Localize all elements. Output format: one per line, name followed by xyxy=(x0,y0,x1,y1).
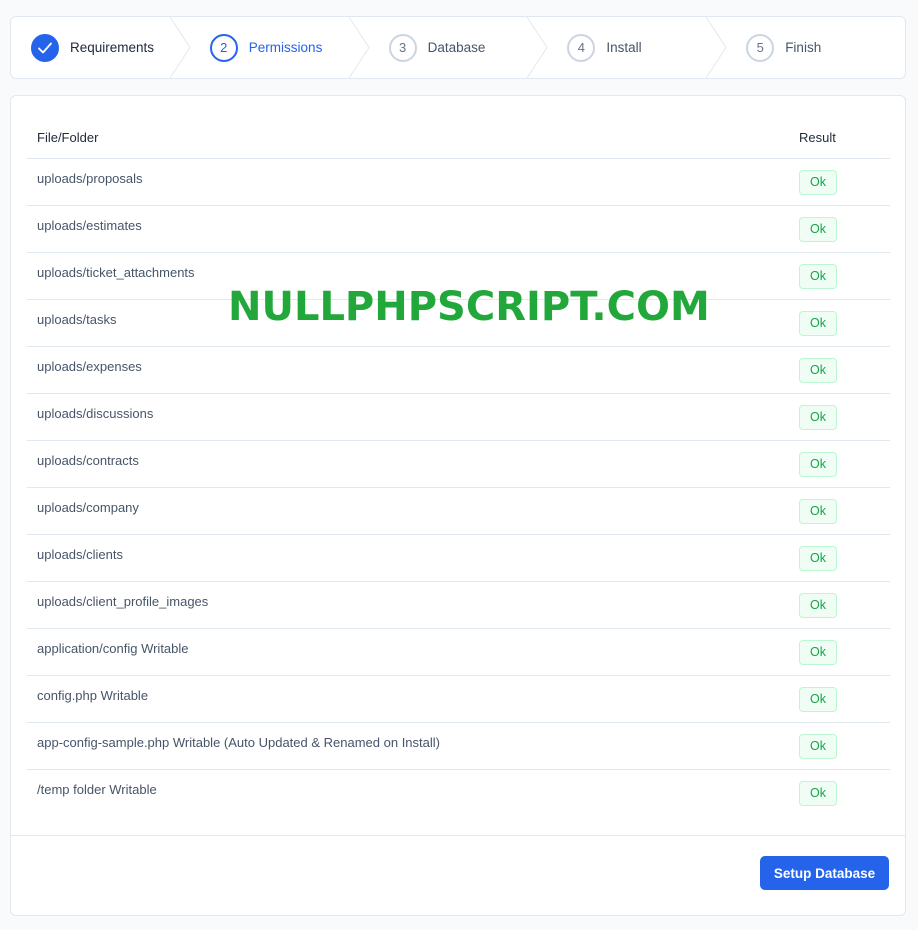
step-number: 4 xyxy=(567,33,596,62)
step-install[interactable]: 4 Install xyxy=(547,17,727,78)
table-row: uploads/discussions Ok xyxy=(27,394,890,441)
table-row: uploads/client_profile_images Ok xyxy=(27,582,890,629)
table-row: app-config-sample.php Writable (Auto Upd… xyxy=(27,723,890,770)
table-row: uploads/expenses Ok xyxy=(27,347,890,394)
result-cell: Ok xyxy=(799,723,890,769)
file-path: uploads/client_profile_images xyxy=(37,594,209,609)
file-path: uploads/tasks xyxy=(37,312,117,327)
step-label: Finish xyxy=(785,40,822,55)
table-row: application/config Writable Ok xyxy=(27,629,890,676)
table-header: File/Folder Result xyxy=(27,116,890,159)
result-cell: Ok xyxy=(799,253,890,299)
table-row: uploads/estimates Ok xyxy=(27,206,890,253)
step-number: 5 xyxy=(746,33,775,62)
result-cell: Ok xyxy=(799,159,890,205)
table-row: uploads/clients Ok xyxy=(27,535,890,582)
result-cell: Ok xyxy=(799,488,890,534)
status-badge: Ok xyxy=(799,405,837,430)
permissions-card: File/Folder Result uploads/proposals Ok up… xyxy=(10,95,906,916)
table-row: uploads/company Ok xyxy=(27,488,890,535)
status-badge: Ok xyxy=(799,640,837,665)
status-badge: Ok xyxy=(799,452,837,477)
status-badge: Ok xyxy=(799,734,837,759)
file-path: uploads/discussions xyxy=(37,406,154,421)
table-body: uploads/proposals Ok uploads/estimates Ok up… xyxy=(27,159,890,817)
table-row: uploads/tasks Ok xyxy=(27,300,890,347)
result-cell: Ok xyxy=(799,582,890,628)
table-row: uploads/contracts Ok xyxy=(27,441,890,488)
status-badge: Ok xyxy=(799,546,837,571)
status-badge: Ok xyxy=(799,170,837,195)
header-file-folder: File/Folder xyxy=(37,129,99,145)
setup-database-button[interactable]: Setup Database xyxy=(760,856,889,890)
check-icon xyxy=(31,33,59,62)
table-row: uploads/proposals Ok xyxy=(27,159,890,206)
result-cell: Ok xyxy=(799,206,890,252)
file-path: uploads/ticket_attachments xyxy=(37,265,195,280)
step-requirements[interactable]: Requirements xyxy=(11,17,191,78)
result-cell: Ok xyxy=(799,347,890,393)
result-cell: Ok xyxy=(799,535,890,581)
card-footer: Setup Database xyxy=(11,835,905,915)
file-path: app-config-sample.php Writable (Auto Upd… xyxy=(37,735,440,750)
header-result: Result xyxy=(799,129,836,145)
step-number: 2 xyxy=(209,33,238,62)
step-label: Permissions xyxy=(248,40,323,55)
wizard-stepper: Requirements 2 Permissions 3 Database 4 … xyxy=(10,16,906,79)
status-badge: Ok xyxy=(799,217,837,242)
table-row: config.php Writable Ok xyxy=(27,676,890,723)
status-badge: Ok xyxy=(799,687,837,712)
status-badge: Ok xyxy=(799,781,837,806)
chevron-divider-icon xyxy=(348,17,370,78)
step-finish[interactable]: 5 Finish xyxy=(726,17,905,78)
step-label: Database xyxy=(427,40,486,55)
file-path: uploads/company xyxy=(37,500,139,515)
result-cell: Ok xyxy=(799,770,890,817)
file-path: uploads/estimates xyxy=(37,218,142,233)
permissions-table: File/Folder Result uploads/proposals Ok up… xyxy=(27,116,890,817)
status-badge: Ok xyxy=(799,264,837,289)
table-row: uploads/ticket_attachments Ok xyxy=(27,253,890,300)
status-badge: Ok xyxy=(799,311,837,336)
step-number: 3 xyxy=(388,33,417,62)
status-badge: Ok xyxy=(799,358,837,383)
chevron-divider-icon xyxy=(527,17,548,78)
step-database[interactable]: 3 Database xyxy=(369,17,548,78)
step-permissions[interactable]: 2 Permissions xyxy=(190,17,370,78)
file-path: config.php Writable xyxy=(37,688,149,703)
file-path: /temp folder Writable xyxy=(37,782,157,797)
file-path: uploads/contracts xyxy=(37,453,139,468)
file-path: uploads/expenses xyxy=(37,359,142,374)
status-badge: Ok xyxy=(799,593,837,618)
file-path: application/config Writable xyxy=(37,641,189,656)
chevron-divider-icon xyxy=(169,17,191,78)
result-cell: Ok xyxy=(799,676,890,722)
result-cell: Ok xyxy=(799,629,890,675)
file-path: uploads/proposals xyxy=(37,171,143,186)
table-row: /temp folder Writable Ok xyxy=(27,770,890,817)
result-cell: Ok xyxy=(799,441,890,487)
chevron-divider-icon xyxy=(706,17,727,78)
status-badge: Ok xyxy=(799,499,837,524)
file-path: uploads/clients xyxy=(37,547,123,562)
step-label: Requirements xyxy=(70,40,155,55)
step-label: Install xyxy=(606,40,642,55)
result-cell: Ok xyxy=(799,300,890,346)
result-cell: Ok xyxy=(799,394,890,440)
